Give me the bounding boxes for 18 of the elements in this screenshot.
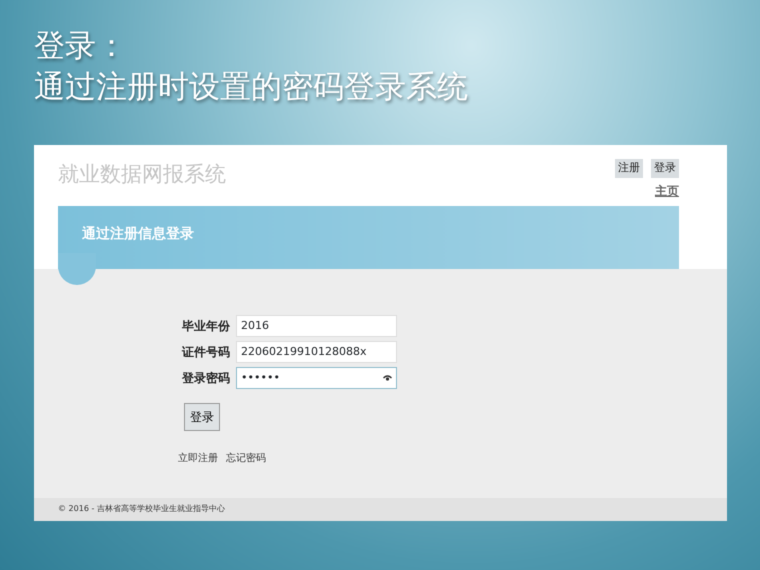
text-link[interactable]: 立即注册 xyxy=(178,451,218,466)
field-label: 登录密码 xyxy=(182,370,231,387)
reveal-password-icon[interactable] xyxy=(383,375,392,381)
password-field[interactable]: •••••• xyxy=(236,367,397,389)
slide-title: 登录： xyxy=(34,27,128,66)
input-field[interactable]: 2016 xyxy=(236,315,397,337)
field-label: 毕业年份 xyxy=(182,318,231,335)
input-field[interactable]: 22060219910128088x xyxy=(236,341,397,363)
site-title: 就业数据网报系统 xyxy=(58,161,226,188)
banner-title: 通过注册信息登录 xyxy=(82,226,194,242)
nav-button[interactable]: 登录 xyxy=(651,159,679,178)
slide-title: 通过注册时设置的密码登录系统 xyxy=(34,68,469,107)
footer-text: © 2016 - 吉林省高等学校毕业生就业指导中心 xyxy=(34,498,727,521)
home-link[interactable]: 主页 xyxy=(655,182,679,200)
nav-button[interactable]: 注册 xyxy=(615,159,643,178)
login-button[interactable]: 登录 xyxy=(184,403,220,431)
field-label: 证件号码 xyxy=(182,344,231,361)
text-link[interactable]: 忘记密码 xyxy=(226,451,266,466)
